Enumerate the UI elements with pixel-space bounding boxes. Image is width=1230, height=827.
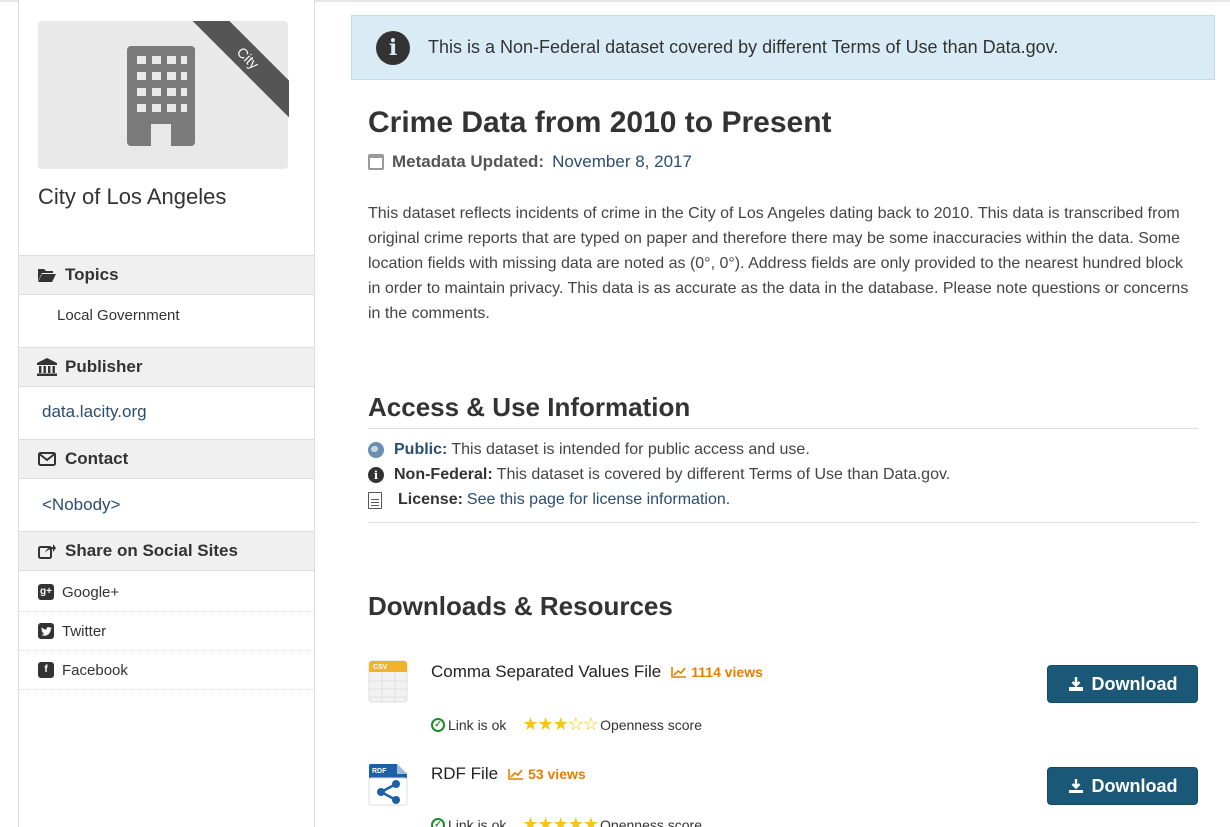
non-federal-text: This dataset is covered by different Ter… [496,466,951,483]
resource-csv-views: 1114 views [671,664,763,680]
downloads-heading: Downloads & Resources [368,591,673,621]
access-non-federal: i Non-Federal: This dataset is covered b… [368,466,950,484]
check-circle-icon: ✓ [431,717,445,732]
openness-label: Openness score [600,716,703,733]
dataset-title: Crime Data from 2010 to Present [368,106,832,139]
download-icon [1068,677,1083,691]
category-ribbon: City [179,21,289,131]
openness-label: Openness score [600,816,702,827]
share-twitter-label: Twitter [62,622,107,640]
resource-rdf-views: 53 views [508,766,586,782]
access-public: Public: This dataset is intended for pub… [368,441,810,459]
star-rating: ★★★★★ [522,814,599,827]
dataset-description: This dataset reflects incidents of crime… [368,205,1189,322]
topic-item[interactable]: Local Government [57,307,180,324]
topics-heading-label: Topics [65,265,119,284]
rdf-icon-label: RDF [372,768,387,775]
metadata-updated: Metadata Updated: November 8, 2017 [368,152,692,172]
public-text: This dataset is intended for public acce… [451,441,810,458]
share-twitter[interactable]: Twitter [19,612,314,651]
social-heading: Share on Social Sites [19,531,314,571]
contact-body: <Nobody> [19,480,314,532]
twitter-icon [38,623,54,639]
openness-score: ★★★☆☆ Openness score [522,714,702,735]
info-icon: i [376,30,410,65]
download-button-csv[interactable]: Download [1047,665,1198,703]
institution-icon [37,357,57,377]
download-icon [1068,779,1083,793]
resource-csv: Comma Separated Values File 1114 views [431,662,763,682]
resource-rdf: RDF File 53 views [431,764,586,784]
info-small-icon: i [368,467,384,483]
license-label: License: [398,491,463,508]
globe-icon [368,442,384,458]
contact-link[interactable]: <Nobody> [42,495,120,515]
social-heading-label: Share on Social Sites [65,541,238,560]
envelope-icon [37,449,57,469]
category-ribbon-label: City [185,21,289,121]
link-ok-label: Link is ok [448,716,507,733]
facebook-icon: f [38,662,54,678]
share-google-plus[interactable]: g+ Google+ [19,573,314,612]
share-facebook[interactable]: f Facebook [19,651,314,690]
organization-name[interactable]: City of Los Angeles [38,184,226,210]
share-google-plus-label: Google+ [62,583,120,601]
public-label[interactable]: Public: [394,441,447,459]
download-button-rdf[interactable]: Download [1047,767,1198,805]
rdf-file-icon[interactable]: RDF [368,762,408,806]
publisher-link[interactable]: data.lacity.org [42,402,147,422]
contact-heading-label: Contact [65,449,129,468]
contact-heading: Contact [19,439,314,479]
trending-icon [671,667,687,678]
access-bottom-divider [368,522,1198,523]
check-circle-icon: ✓ [431,817,445,827]
download-button-label: Download [1091,775,1178,796]
trending-icon [508,769,524,780]
sidebar: City City of Los Angeles Topics Local Go… [18,0,315,827]
publisher-heading-label: Publisher [65,357,143,376]
openness-score: ★★★★★ Openness score [522,814,702,827]
resource-rdf-status: ✓ Link is ok ★★★★★ Openness score [431,814,702,827]
notice-text: This is a Non-Federal dataset covered by… [428,37,1059,57]
resource-rdf-name[interactable]: RDF File [431,764,498,784]
metadata-date: November 8, 2017 [552,152,692,171]
link-ok-label: Link is ok [448,816,507,827]
access-divider [368,428,1198,429]
document-icon [368,491,382,509]
resource-csv-name[interactable]: Comma Separated Values File [431,662,661,682]
star-rating: ★★★☆☆ [522,714,599,734]
share-icon [37,541,57,561]
link-ok: ✓ Link is ok [431,817,506,827]
access-heading: Access & Use Information [368,392,691,422]
non-federal-notice: i This is a Non-Federal dataset covered … [351,15,1215,80]
resource-csv-views-count: 1114 views [691,664,763,680]
folder-open-icon [37,265,57,285]
access-license: License: See this page for license infor… [368,491,730,509]
resource-rdf-views-count: 53 views [528,766,586,782]
metadata-label: Metadata Updated: [392,152,545,171]
calendar-icon [368,154,384,170]
resource-csv-status: ✓ Link is ok ★★★☆☆ Openness score [431,714,702,735]
share-facebook-label: Facebook [62,661,128,679]
csv-icon-label: CSV [373,664,388,671]
csv-file-icon[interactable]: CSV [368,659,408,703]
publisher-body: data.lacity.org [19,388,314,440]
google-plus-icon: g+ [38,584,54,600]
download-button-label: Download [1091,673,1178,694]
publisher-heading: Publisher [19,347,314,387]
link-ok: ✓ Link is ok [431,717,506,733]
topics-heading: Topics [19,255,314,295]
organization-logo[interactable]: City [38,21,289,169]
topics-list: Local Government [19,296,314,348]
non-federal-label: Non-Federal: [394,466,493,483]
license-link[interactable]: See this page for license information. [467,491,730,509]
